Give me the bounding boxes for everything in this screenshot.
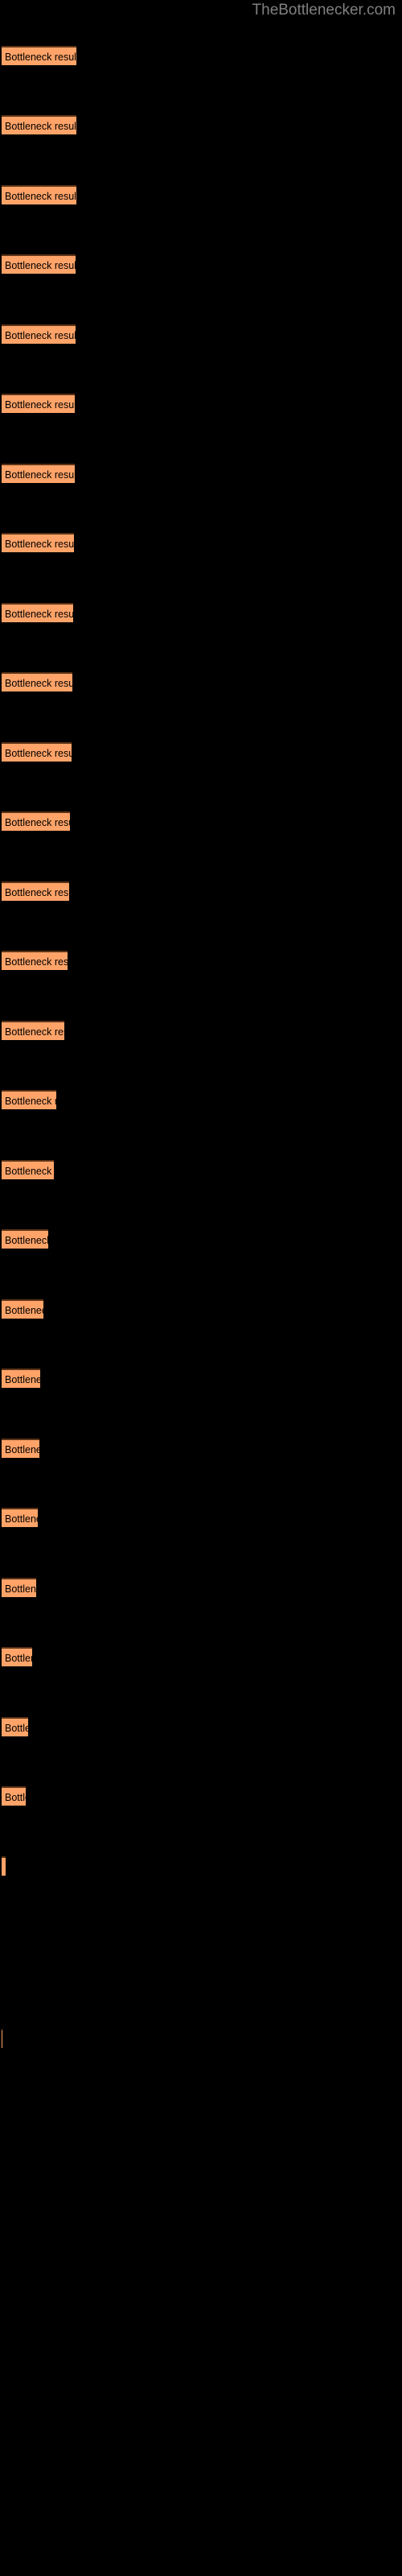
bottleneck-result-bar[interactable]: Bottleneck result xyxy=(2,46,76,65)
bar-label: Bottleneck result xyxy=(5,887,69,898)
bottleneck-result-bar[interactable]: Bottleneck result xyxy=(2,1021,64,1040)
bar-label: Bottleneck result xyxy=(5,121,76,132)
bar-label: Bottleneck result xyxy=(5,1096,56,1107)
bar-label: Bottleneck result xyxy=(5,1792,26,1803)
bottleneck-result-bar[interactable]: Bottleneck result xyxy=(2,115,76,134)
bar-label: Bottleneck result xyxy=(5,1444,39,1455)
bar-label: Bottleneck result xyxy=(5,539,74,550)
bar-label: Bottleneck result xyxy=(5,678,72,689)
bottleneck-result-bar[interactable]: Bottleneck result xyxy=(2,811,70,831)
bottleneck-result-bar[interactable]: Bottleneck result xyxy=(2,1647,32,1666)
bar-label: Bottleneck result xyxy=(5,1166,54,1177)
bottleneck-result-bar[interactable]: Bottleneck result xyxy=(2,1439,39,1458)
bottleneck-result-bar[interactable]: Bottleneck result xyxy=(2,533,74,552)
bar-label: Bottleneck result xyxy=(5,469,75,481)
bottleneck-result-bar[interactable]: Bottleneck result xyxy=(2,672,72,691)
bottleneck-result-bar[interactable]: Bottleneck result xyxy=(2,881,69,901)
bottleneck-result-bar[interactable]: Bottleneck result xyxy=(2,1368,40,1388)
bottleneck-result-bar[interactable]: Bottleneck result xyxy=(2,324,76,344)
bar-label: Bottleneck result xyxy=(5,330,76,341)
bottleneck-result-bar[interactable]: Bottleneck result xyxy=(2,1229,48,1249)
bottleneck-result-bar[interactable]: Bottleneck result xyxy=(2,1578,36,1597)
bottleneck-result-bar[interactable]: Bottleneck result xyxy=(2,394,75,413)
bar-label: Bottleneck result xyxy=(5,191,76,202)
bottleneck-result-bar[interactable]: Bottleneck result xyxy=(2,254,76,274)
bar-label: Bottleneck result xyxy=(5,260,76,271)
bar-label: Bottleneck result xyxy=(5,1723,28,1734)
bar-label: Bottleneck result xyxy=(5,817,70,828)
bar-label: Bottleneck result xyxy=(5,609,73,620)
bar-label: Bottleneck result xyxy=(5,52,76,63)
bottleneck-result-bar[interactable]: Bottleneck result xyxy=(2,185,76,204)
bar-label: Bottleneck result xyxy=(5,956,68,968)
bar-label: Bottleneck result xyxy=(5,1374,40,1385)
bar-label: Bottleneck result xyxy=(5,1653,32,1664)
bottleneck-chart-page: TheBottlenecker.com Bottleneck result Bot… xyxy=(0,0,402,2576)
bottleneck-result-bar[interactable]: Bottleneck result xyxy=(2,951,68,970)
bottleneck-result-bar[interactable]: Bottleneck result xyxy=(2,1160,54,1179)
horizontal-bar-chart: Bottleneck result Bottleneck result Bottle… xyxy=(0,0,402,2576)
bar-label: Bottleneck result xyxy=(5,399,75,411)
bottleneck-result-bar[interactable]: Bottleneck result xyxy=(2,1856,6,1876)
bar-label: Bottleneck result xyxy=(5,1235,48,1246)
bottleneck-result-bar[interactable]: Bottleneck result xyxy=(2,1717,28,1736)
bottleneck-result-bar[interactable]: Bottleneck result xyxy=(2,1299,43,1319)
bar-label: Bottleneck result xyxy=(5,748,72,759)
bottleneck-result-bar[interactable]: Bottleneck result xyxy=(2,1508,38,1527)
bottleneck-result-bar[interactable]: Bottleneck result xyxy=(2,464,75,483)
bottleneck-result-bar[interactable]: Bottleneck result xyxy=(2,603,73,622)
bar-label: Bottleneck result xyxy=(5,1305,43,1316)
bar-label: Bottleneck result xyxy=(5,1583,36,1595)
bar-label: Bottleneck result xyxy=(5,1026,64,1038)
bottleneck-result-bar[interactable]: Bottleneck result xyxy=(2,1090,56,1109)
bar-label: Bottleneck result xyxy=(5,1513,38,1525)
bottleneck-result-bar[interactable]: Bottleneck result xyxy=(2,742,72,762)
bar-label: Bottleneck result xyxy=(5,1860,6,1876)
bottleneck-result-bar[interactable]: Bottleneck result xyxy=(2,1786,26,1806)
